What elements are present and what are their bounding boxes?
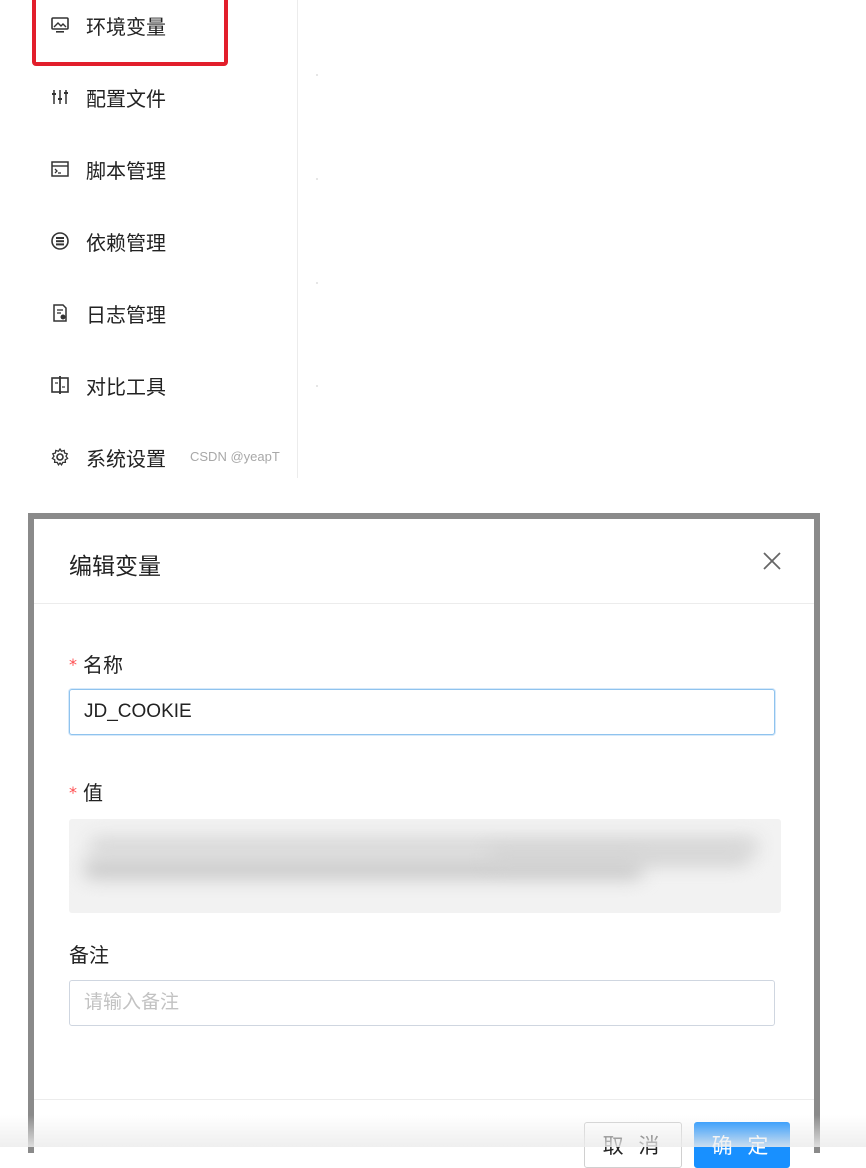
- divider-dot: [316, 178, 318, 180]
- name-label-text: 名称: [83, 653, 123, 677]
- modal-footer: 取 消 确 定: [34, 1099, 814, 1168]
- remark-label: 备注: [69, 943, 109, 967]
- ok-button[interactable]: 确 定: [694, 1122, 790, 1168]
- sidebar-item-label: 系统设置: [86, 446, 166, 471]
- name-label: * 名称: [69, 649, 123, 678]
- sidebar-item-dependencies[interactable]: 依赖管理: [50, 221, 166, 261]
- remark-input[interactable]: [69, 980, 775, 1026]
- database-icon: [50, 231, 70, 251]
- sidebar-item-diff-tool[interactable]: 对比工具: [50, 365, 166, 405]
- name-input[interactable]: [69, 689, 775, 735]
- sidebar-item-scripts[interactable]: 脚本管理: [50, 149, 166, 189]
- sidebar-item-label: 对比工具: [86, 374, 166, 399]
- sidebar-item-label: 配置文件: [86, 86, 166, 111]
- script-icon: [50, 159, 70, 179]
- close-icon[interactable]: [760, 549, 784, 573]
- sidebar-item-env-vars[interactable]: 环境变量: [50, 5, 166, 45]
- log-icon: [50, 303, 70, 323]
- modal-header: 编辑变量: [34, 519, 814, 604]
- divider-dot: [316, 74, 318, 76]
- sidebar-menu: 环境变量 配置文件 脚本管理 依赖管理 日志管理 对比工具 系统设置 CSDN …: [0, 0, 298, 478]
- gear-icon: [50, 447, 70, 467]
- value-label: * 值: [69, 777, 103, 806]
- sidebar-item-system-settings[interactable]: 系统设置: [50, 437, 166, 477]
- value-input-blurred[interactable]: [69, 819, 781, 913]
- required-mark: *: [69, 655, 77, 674]
- edit-variable-modal: 编辑变量 *名称 *值 备注 取 消 确 定: [28, 513, 820, 1168]
- diff-icon: [50, 375, 70, 395]
- sidebar-item-label: 日志管理: [86, 302, 166, 327]
- value-label-text: 值: [83, 781, 103, 805]
- sidebar-item-config-files[interactable]: 配置文件: [50, 77, 166, 117]
- sidebar-item-label: 脚本管理: [86, 158, 166, 183]
- divider-dot: [316, 385, 318, 387]
- watermark: CSDN @yeapT: [190, 449, 280, 464]
- required-mark: *: [69, 783, 77, 802]
- divider-dot: [316, 282, 318, 284]
- sidebar-item-label: 依赖管理: [86, 230, 166, 255]
- monitor-icon: [50, 15, 70, 35]
- cancel-button[interactable]: 取 消: [584, 1122, 682, 1168]
- modal-title: 编辑变量: [69, 554, 161, 580]
- sidebar-item-label: 环境变量: [86, 14, 166, 39]
- sidebar-item-logs[interactable]: 日志管理: [50, 293, 166, 333]
- sliders-icon: [50, 87, 70, 107]
